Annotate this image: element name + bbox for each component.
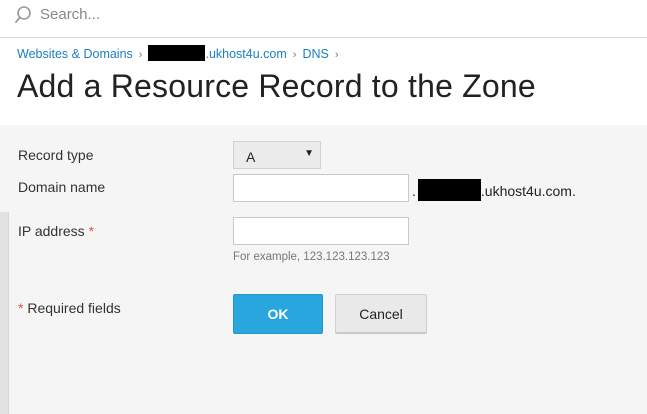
redaction-box — [417, 179, 481, 201]
ip-address-hint: For example, 123.123.123.123 — [233, 251, 390, 263]
breadcrumb: Websites & Domains › .ukhost4u.com › DNS › — [17, 45, 345, 61]
breadcrumb-separator-icon: › — [292, 49, 297, 61]
breadcrumb-separator-icon: › — [138, 49, 143, 61]
cancel-button[interactable]: Cancel — [335, 294, 427, 334]
domain-name-label: Domain name — [18, 179, 106, 195]
page-header: Websites & Domains › .ukhost4u.com › DNS › Ad… — [0, 38, 647, 125]
left-edge-panel — [0, 212, 9, 414]
domain-name-input[interactable] — [233, 174, 409, 202]
breadcrumb-dns[interactable]: DNS — [302, 47, 328, 61]
required-fields-text: Required fields — [27, 300, 121, 316]
breadcrumb-domain-label: .ukhost4u.com — [205, 47, 287, 61]
ip-address-label-text: IP address — [18, 223, 85, 239]
domain-suffix: . .ukhost4u.com. — [412, 179, 576, 201]
redaction-box — [148, 45, 206, 61]
record-type-label: Record type — [18, 147, 94, 163]
record-type-value: A — [246, 149, 256, 165]
breadcrumb-separator-icon: › — [334, 49, 339, 61]
domain-suffix-label: .ukhost4u.com. — [480, 183, 576, 199]
ip-address-label: IP address * — [18, 223, 94, 239]
breadcrumb-domain[interactable]: .ukhost4u.com — [148, 45, 287, 61]
breadcrumb-websites-domains[interactable]: Websites & Domains — [17, 47, 133, 61]
ok-button[interactable]: OK — [233, 294, 323, 334]
domain-suffix-dot: . — [412, 183, 416, 199]
record-type-select[interactable]: A ▼ — [233, 141, 321, 169]
required-asterisk: * — [88, 223, 95, 239]
ip-address-input[interactable] — [233, 217, 409, 245]
search-input[interactable] — [40, 3, 630, 25]
page-title: Add a Resource Record to the Zone — [17, 68, 536, 104]
search-icon — [15, 6, 31, 23]
chevron-down-icon: ▼ — [304, 148, 314, 159]
search-bar — [0, 0, 647, 38]
required-fields-note: * Required fields — [18, 300, 121, 316]
required-asterisk: * — [18, 300, 24, 316]
